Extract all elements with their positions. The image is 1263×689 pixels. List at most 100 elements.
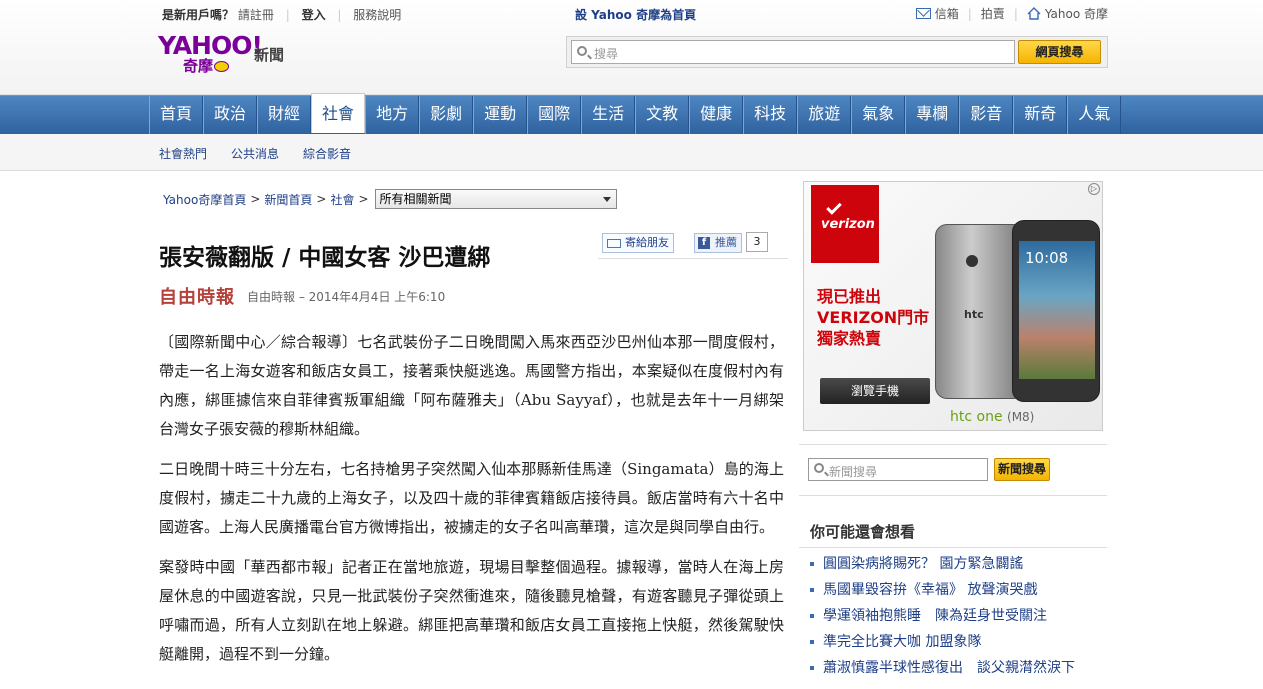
article-paragraph: 案發時中國「華西都市報」記者正在當地旅遊，現場目擊整個過程。據報導，當時人在海上… xyxy=(159,558,784,663)
recommend-count: 3 xyxy=(746,232,768,252)
nav-tab[interactable]: 政治 xyxy=(203,96,258,134)
verizon-ad[interactable]: ▷ verizon 現已推出 VERIZON門市 獨家熱賣 htc 10:08 … xyxy=(803,181,1103,431)
news-search-input[interactable]: 新聞搜尋 xyxy=(808,458,988,481)
breadcrumb-yahoo-home[interactable]: Yahoo奇摩首頁 xyxy=(163,191,246,208)
related-news-select-value: 所有相關新聞 xyxy=(379,192,452,206)
sub-nav: 社會熱門 公共消息 綜合影音 xyxy=(0,134,1263,171)
facebook-recommend-button[interactable]: f 推薦 xyxy=(694,233,742,253)
search-icon xyxy=(814,463,824,473)
nav-tab[interactable]: 社會 xyxy=(311,93,366,133)
ad-line-3: 獨家熱賣 xyxy=(817,329,882,348)
article-meta: 自由時報 – 2014年4月4日 上午6:10 xyxy=(247,289,446,304)
browse-phones-button[interactable]: 瀏覽手機 xyxy=(820,378,930,404)
breadcrumb: Yahoo奇摩首頁 > 新聞首頁 > 社會 > 所有相關新聞 xyxy=(163,189,617,209)
recommend-label: 推薦 xyxy=(715,236,737,249)
related-news-select[interactable]: 所有相關新聞 xyxy=(374,189,617,209)
related-item: 蕭淑慎露半球性感復出 談父親潸然淚下 xyxy=(808,657,1108,683)
news-search-button[interactable]: 新聞搜尋 xyxy=(994,458,1050,481)
nav-tab[interactable]: 生活 xyxy=(581,96,636,134)
send-to-friend-button[interactable]: 寄給朋友 xyxy=(602,233,674,253)
nav-tab[interactable]: 氣象 xyxy=(851,96,906,134)
nav-tab[interactable]: 影劇 xyxy=(419,96,474,134)
divider xyxy=(799,547,1107,548)
divider: | xyxy=(1013,6,1018,21)
source-logo[interactable]: 自由時報 xyxy=(159,283,235,309)
related-link[interactable]: 準完全比賽大咖 加盟象隊 xyxy=(823,634,981,650)
related-item: 學運領袖抱熊睡 陳為廷身世受關注 xyxy=(808,605,1108,631)
subnav-link[interactable]: 社會熱門 xyxy=(159,145,207,162)
auction-link[interactable]: 拍賣 xyxy=(981,5,1005,22)
nav-tab[interactable]: 文教 xyxy=(635,96,690,134)
related-link[interactable]: 學運領袖抱熊睡 陳為廷身世受關注 xyxy=(823,608,1047,624)
breadcrumb-separator: > xyxy=(316,192,327,206)
nav-tab[interactable]: 首頁 xyxy=(149,96,204,134)
search-input[interactable]: 搜尋 xyxy=(571,40,1015,64)
nav-tab[interactable]: 運動 xyxy=(473,96,528,134)
article-paragraph: 〔國際新聞中心／綜合報導〕七名武裝份子二日晚間闖入馬來西亞沙巴州仙本那一間度假村… xyxy=(159,333,784,438)
htc-one-tagline: htc one (M8) xyxy=(950,409,1035,425)
send-to-friend-label: 寄給朋友 xyxy=(625,236,669,249)
facebook-icon: f xyxy=(698,237,710,249)
nav-tab[interactable]: 專欄 xyxy=(905,96,960,134)
web-search-bar: 搜尋 網頁搜尋 xyxy=(566,36,1108,68)
ad-choices-icon[interactable]: ▷ xyxy=(1088,183,1100,195)
nav-tab[interactable]: 財經 xyxy=(257,96,312,134)
related-item: 圓圓染病將賜死？ 園方緊急闢謠 xyxy=(808,553,1108,579)
article-body: 〔國際新聞中心／綜合報導〕七名武裝份子二日晚間闖入馬來西亞沙巴州仙本那一間度假村… xyxy=(159,328,784,680)
smiley-icon xyxy=(214,61,230,72)
news-search-box: 新聞搜尋 新聞搜尋 xyxy=(799,444,1107,496)
related-link[interactable]: 蕭淑慎露半球性感復出 談父親潸然淚下 xyxy=(823,660,1075,676)
nav-tab[interactable]: 新奇 xyxy=(1013,96,1068,134)
search-placeholder: 搜尋 xyxy=(594,47,619,61)
related-title: 你可能還會想看 xyxy=(810,523,916,541)
web-search-button[interactable]: 網頁搜尋 xyxy=(1018,40,1101,64)
nav-tabs: 首頁 政治 財經 社會 地方 影劇 運動 國際 生活 文教 健康 科技 旅遊 氣象 專欄 影音 新奇 人氣 xyxy=(149,93,1122,134)
envelope-icon xyxy=(607,239,621,248)
breadcrumb-separator: > xyxy=(250,192,261,206)
divider: | xyxy=(337,8,342,22)
login-link[interactable]: 登入 xyxy=(302,8,326,22)
nav-tab[interactable]: 影音 xyxy=(959,96,1014,134)
article-title: 張安薇翻版 / 中國女客 沙巴遭綁 xyxy=(159,244,491,271)
nav-tab[interactable]: 地方 xyxy=(365,96,420,134)
utility-links-right: 信箱 | 拍賣 | Yahoo 奇摩 xyxy=(915,5,1108,22)
nav-tab[interactable]: 國際 xyxy=(527,96,582,134)
set-homepage-link[interactable]: 設 Yahoo 奇摩為首頁 xyxy=(575,6,696,23)
camera-icon xyxy=(966,255,978,267)
nav-tab[interactable]: 旅遊 xyxy=(797,96,852,134)
breadcrumb-news-home[interactable]: 新聞首頁 xyxy=(264,191,312,208)
subnav-link[interactable]: 綜合影音 xyxy=(303,145,351,162)
breadcrumb-society[interactable]: 社會 xyxy=(330,191,354,208)
main-nav: 首頁 政治 財經 社會 地方 影劇 運動 國際 生活 文教 健康 科技 旅遊 氣象 專欄 影音 新奇 人氣 xyxy=(0,93,1263,134)
register-link[interactable]: 請註冊 xyxy=(238,8,274,22)
new-user-question: 是新用戶嗎？ xyxy=(162,8,235,22)
phone-brand: htc xyxy=(964,308,984,321)
verizon-logo: verizon xyxy=(811,185,879,263)
service-link[interactable]: 服務說明 xyxy=(353,8,401,22)
divider: | xyxy=(285,8,290,22)
related-link[interactable]: 圓圓染病將賜死？ 園方緊急闢謠 xyxy=(823,556,1023,572)
news-search-placeholder: 新聞搜尋 xyxy=(829,465,878,479)
breadcrumb-separator: > xyxy=(358,192,369,206)
divider: | xyxy=(967,6,972,21)
yahoo-kimo-logo[interactable]: YAHOO! 奇摩 xyxy=(158,33,263,76)
logo-news-label[interactable]: 新聞 xyxy=(254,44,284,65)
related-link[interactable]: 馬國畢毀容拚《幸福》 放聲演哭戲 xyxy=(823,582,1037,598)
mail-link[interactable]: 信箱 xyxy=(935,5,959,22)
yahoo-home-link[interactable]: Yahoo 奇摩 xyxy=(1045,5,1108,22)
nav-tab[interactable]: 健康 xyxy=(689,96,744,134)
checkmark-icon xyxy=(826,199,842,215)
home-icon xyxy=(1027,7,1041,20)
search-icon xyxy=(577,46,587,56)
subnav-link[interactable]: 公共消息 xyxy=(231,145,279,162)
chevron-down-icon xyxy=(602,197,611,202)
share-bar: 寄給朋友 f 推薦 3 xyxy=(598,231,788,259)
top-header: 是新用戶嗎？ 請註冊 | 登入 | 服務說明 設 Yahoo 奇摩為首頁 信箱 … xyxy=(0,0,1263,95)
verizon-logo-text: verizon xyxy=(821,217,875,232)
phone-screen: 10:08 xyxy=(1019,241,1095,379)
nav-tab[interactable]: 人氣 xyxy=(1067,96,1122,134)
related-list: 圓圓染病將賜死？ 園方緊急闢謠 馬國畢毀容拚《幸福》 放聲演哭戲 學運領袖抱熊睡 陳… xyxy=(808,553,1108,683)
nav-tab[interactable]: 科技 xyxy=(743,96,798,134)
logo-kimo-text: 奇摩 xyxy=(183,55,230,76)
mail-icon xyxy=(915,8,931,19)
